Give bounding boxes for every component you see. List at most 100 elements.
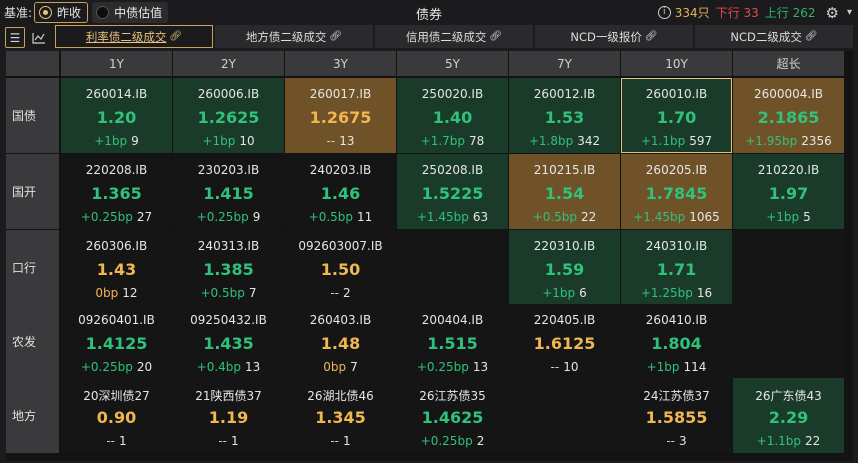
bond-cell[interactable]: 09250432.IB 1.435 +0.4bp 13	[173, 304, 284, 379]
tab-label: 地方债二级成交	[245, 29, 327, 44]
bond-volume: 1	[119, 434, 127, 448]
bond-change: +0.5bp	[200, 286, 245, 300]
bond-volume: 10	[563, 360, 579, 374]
bond-yield: 1.46	[320, 184, 361, 203]
column-header[interactable]: 3Y	[285, 51, 396, 76]
bond-cell[interactable]: 220405.IB 1.6125 -- 10	[509, 304, 620, 379]
tab-ncd-secondary[interactable]: NCD二级成交 🔗︎	[695, 25, 853, 48]
empty-cell	[733, 304, 844, 379]
bond-change: --	[666, 434, 676, 448]
bond-cell[interactable]: 220310.IB 1.59 +1bp 6	[509, 230, 620, 305]
bond-cell[interactable]: 260012.IB 1.53 +1.8bp 342	[509, 78, 620, 153]
tab-local-bond-secondary[interactable]: 地方债二级成交 🔗︎	[215, 25, 373, 48]
bond-yield: 1.365	[91, 184, 142, 203]
bond-code: 260403.IB	[309, 313, 372, 327]
bond-code: 21陕西债37	[195, 389, 262, 403]
bond-code: 220310.IB	[533, 239, 596, 253]
bond-cell[interactable]: 21陕西债37 1.19 -- 1	[173, 378, 284, 453]
bond-cell[interactable]: 09260401.IB 1.4125 +0.25bp 20	[61, 304, 172, 379]
bond-yield: 1.59	[544, 260, 585, 279]
bond-yield: 1.70	[656, 108, 697, 127]
bond-cell[interactable]: 260014.IB 1.20 +1bp 9	[61, 78, 172, 153]
radio-chinabond-valuation[interactable]: 中债估值	[92, 2, 169, 23]
bond-change: +1.95bp	[745, 134, 798, 148]
bond-cell[interactable]: 250020.IB 1.40 +1.7bp 78	[397, 78, 508, 153]
top-bar: 基准: 昨收 中债估值 债券 i 334只 下行 33 上行 262 ⚙ ▾	[0, 0, 858, 25]
radio-prev-close[interactable]: 昨收	[34, 2, 89, 23]
bond-code: 20深圳债27	[83, 389, 150, 403]
bond-cell[interactable]: 092603007.IB 1.50 -- 2	[285, 230, 396, 305]
bond-cell[interactable]: 210220.IB 1.97 +1bp 5	[733, 154, 844, 229]
bond-change-row: +1.1bp 597	[621, 134, 732, 148]
bond-cell[interactable]: 240310.IB 1.71 +1.25bp 16	[621, 230, 732, 305]
bond-cell[interactable]: 26广东债43 2.29 +1.1bp 22	[733, 378, 844, 453]
column-header[interactable]: 超长	[733, 51, 844, 76]
bond-code: 200404.IB	[421, 313, 484, 327]
bond-code: 260205.IB	[645, 163, 708, 177]
bond-code: 210215.IB	[533, 163, 596, 177]
bond-code: 26广东债43	[755, 389, 822, 403]
bond-yield: 2.29	[768, 408, 809, 427]
bond-volume: 342	[577, 134, 601, 148]
tab-rate-bond-secondary[interactable]: 利率债二级成交 🔗︎	[55, 25, 213, 48]
tab-label: NCD一级报价	[570, 29, 642, 44]
bond-change: --	[330, 286, 340, 300]
bond-cell[interactable]: 260403.IB 1.48 0bp 7	[285, 304, 396, 379]
bond-cell[interactable]: 260410.IB 1.804 +1bp 114	[621, 304, 732, 379]
bond-cell[interactable]: 210215.IB 1.54 +0.5bp 22	[509, 154, 620, 229]
bond-code: 220208.IB	[85, 163, 148, 177]
bond-code: 240310.IB	[645, 239, 708, 253]
bond-volume: 7	[350, 360, 358, 374]
bond-cell[interactable]: 26湖北债46 1.345 -- 1	[285, 378, 396, 453]
tab-ncd-primary-quote[interactable]: NCD一级报价 🔗︎	[535, 25, 693, 48]
bond-cell[interactable]: 26江苏债35 1.4625 +0.25bp 2	[397, 378, 508, 453]
bond-cell[interactable]: 260017.IB 1.2675 -- 13	[285, 78, 396, 153]
bond-code: 260306.IB	[85, 239, 148, 253]
tab-label: 信用债二级成交	[405, 29, 487, 44]
bond-change-row: 0bp 7	[285, 360, 396, 374]
column-header[interactable]: 5Y	[397, 51, 508, 76]
bond-change-row: +1bp 114	[621, 360, 732, 374]
bond-cell[interactable]: 240313.IB 1.385 +0.5bp 7	[173, 230, 284, 305]
bond-code: 26湖北债46	[307, 389, 374, 403]
bond-change-row: +0.5bp 11	[285, 210, 396, 224]
column-header[interactable]: 7Y	[509, 51, 620, 76]
bond-change: +1.1bp	[756, 434, 802, 448]
bond-change-row: +1.25bp 16	[621, 286, 732, 300]
bond-yield: 1.2675	[309, 108, 372, 127]
bond-cell[interactable]: 20深圳债27 0.90 -- 1	[61, 378, 172, 453]
radio-label: 中债估值	[114, 6, 163, 20]
column-header[interactable]: 10Y	[621, 51, 732, 76]
bond-cell[interactable]: 200404.IB 1.515 +0.25bp 13	[397, 304, 508, 379]
chevron-icon[interactable]: ▾	[847, 7, 852, 18]
bond-cell[interactable]: 24江苏债37 1.5855 -- 3	[621, 378, 732, 453]
bond-volume: 63	[472, 210, 489, 224]
tab-credit-bond-secondary[interactable]: 信用债二级成交 🔗︎	[375, 25, 533, 48]
list-view-button[interactable]: ☰	[5, 27, 25, 48]
empty-cell	[509, 378, 620, 453]
column-header[interactable]: 1Y	[61, 51, 172, 76]
bond-change: +1bp	[646, 360, 680, 374]
bond-code: 240313.IB	[197, 239, 260, 253]
bond-cell[interactable]: 240203.IB 1.46 +0.5bp 11	[285, 154, 396, 229]
bond-change: --	[326, 134, 336, 148]
bond-change-row: +1.95bp 2356	[733, 134, 844, 148]
bond-code: 2600004.IB	[753, 87, 824, 101]
gear-icon[interactable]: ⚙	[826, 4, 839, 22]
bond-cell[interactable]: 260006.IB 1.2625 +1bp 10	[173, 78, 284, 153]
bond-change-row: +1bp 10	[173, 134, 284, 148]
column-header[interactable]: 2Y	[173, 51, 284, 76]
bond-cell[interactable]: 250208.IB 1.5225 +1.45bp 63	[397, 154, 508, 229]
bond-cell[interactable]: 260010.IB 1.70 +1.1bp 597	[621, 78, 732, 153]
bond-cell[interactable]: 230203.IB 1.415 +0.25bp 9	[173, 154, 284, 229]
info-icon[interactable]: i	[657, 6, 671, 19]
bond-cell[interactable]: 260306.IB 1.43 0bp 12	[61, 230, 172, 305]
row-label: 地方	[6, 378, 59, 453]
bond-cell[interactable]: 260205.IB 1.7845 +1.45bp 1065	[621, 154, 732, 229]
chart-view-button[interactable]	[29, 27, 49, 48]
bond-cell[interactable]: 220208.IB 1.365 +0.25bp 27	[61, 154, 172, 229]
bond-volume: 1065	[689, 210, 720, 224]
bond-cell[interactable]: 2600004.IB 2.1865 +1.95bp 2356	[733, 78, 844, 153]
base-label: 基准:	[4, 6, 33, 20]
bond-volume: 7	[248, 286, 257, 300]
